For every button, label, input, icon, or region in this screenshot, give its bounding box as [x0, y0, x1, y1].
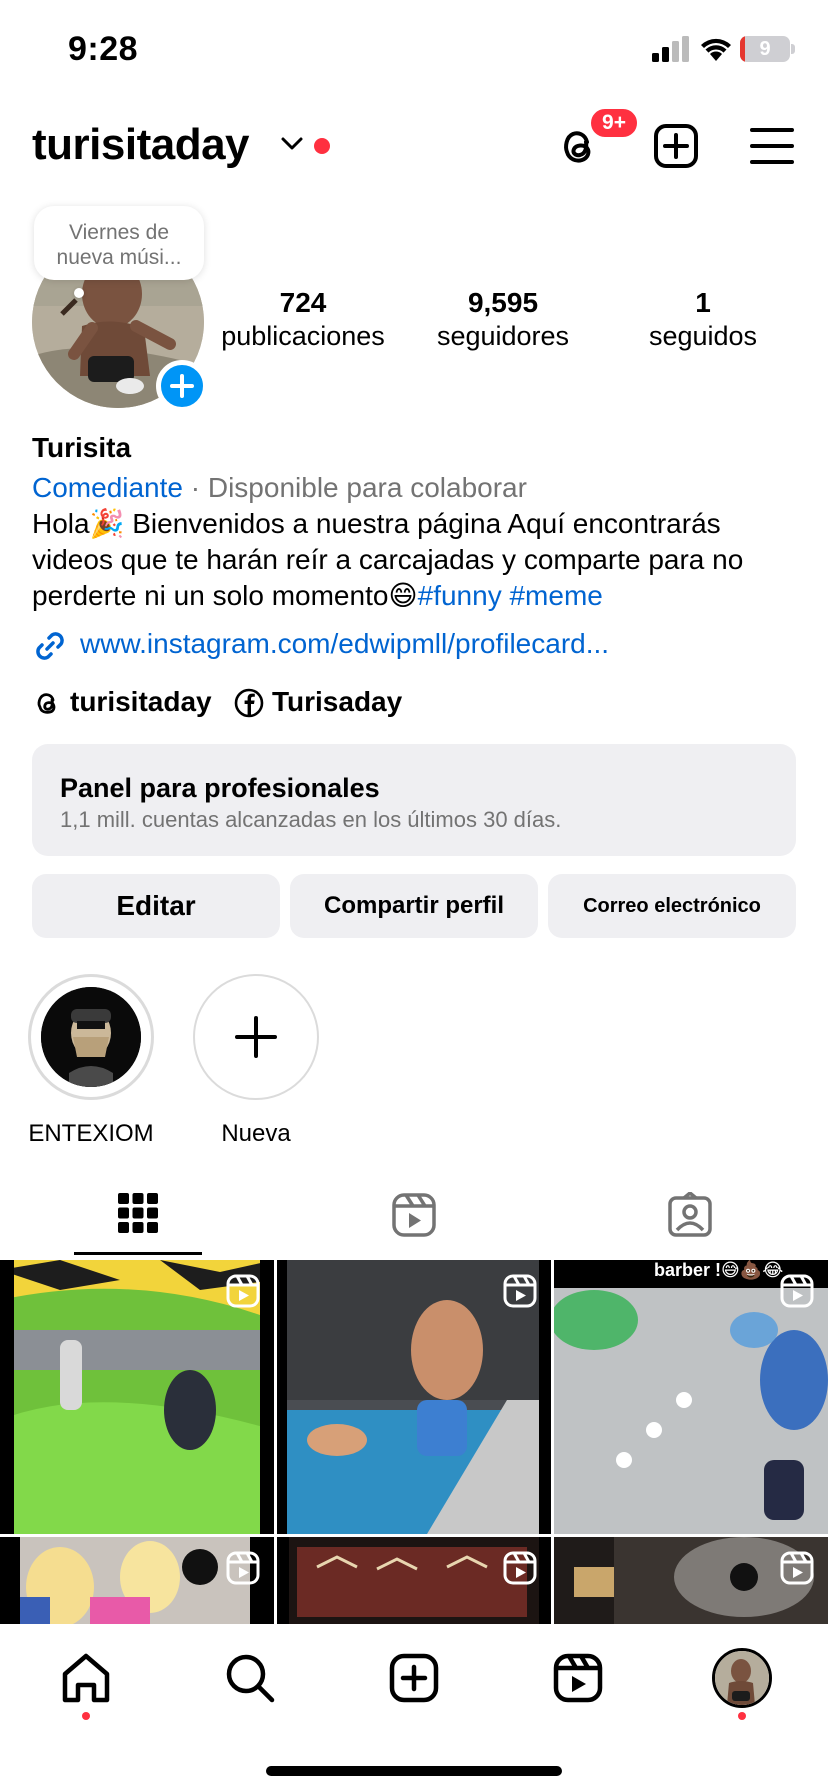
link-icon [36, 632, 64, 660]
grid-post-3[interactable]: barber !😅💩😂 [554, 1260, 828, 1534]
note-tail [74, 288, 84, 298]
highlight-cover [41, 987, 141, 1087]
highlight-ring [28, 974, 154, 1100]
highlight-label: ENTEXIOM [28, 1120, 154, 1147]
grid-icon [118, 1193, 158, 1233]
avatar-photo [715, 1651, 769, 1705]
followers-count[interactable]: 9,595 seguidores [408, 286, 598, 352]
home-icon[interactable] [56, 1648, 116, 1708]
bio-hashtags[interactable]: #funny #meme [418, 580, 603, 611]
following-label: seguidos [648, 321, 758, 351]
reel-indicator-icon [226, 1274, 260, 1308]
reels-icon[interactable] [548, 1648, 608, 1708]
grid-post-2[interactable] [277, 1260, 551, 1534]
reel-indicator-icon [503, 1551, 537, 1585]
cellular-signal-icon [652, 36, 689, 62]
threads-icon [37, 693, 56, 714]
note-text-line2: nueva músi... [56, 246, 182, 269]
profile-avatar[interactable] [712, 1648, 772, 1708]
plus-icon [170, 374, 194, 398]
active-tab-indicator [74, 1252, 202, 1255]
threads-notification-badge: 9+ [588, 106, 640, 140]
status-bar: 9:28 9 [0, 0, 828, 96]
reels-icon [392, 1193, 436, 1237]
dashboard-title: Panel para profesionales [60, 773, 380, 803]
professional-dashboard[interactable]: Panel para profesionales 1,1 mill. cuent… [32, 744, 796, 856]
email-button[interactable]: Correo electrónico [548, 874, 796, 938]
plus-icon [235, 1016, 277, 1058]
add-story-button[interactable] [156, 360, 208, 412]
profile-notification-dot [738, 1712, 746, 1720]
dashboard-subtitle: 1,1 mill. cuentas alcanzadas en los últi… [60, 807, 562, 832]
posts-count[interactable]: 724 publicaciones [208, 286, 398, 352]
highlight-new[interactable]: Nueva [189, 974, 323, 1148]
username-switcher[interactable]: turisitaday [32, 120, 250, 170]
status-time: 9:28 [68, 30, 139, 68]
home-indicator [266, 1766, 562, 1776]
reel-indicator-icon [226, 1551, 260, 1585]
reel-indicator-icon [780, 1274, 814, 1308]
edit-profile-button[interactable]: Editar [32, 874, 280, 938]
reel-indicator-icon [780, 1551, 814, 1585]
following-count[interactable]: 1 seguidos [608, 286, 798, 352]
battery-icon: 9 [740, 36, 790, 62]
menu-icon[interactable] [748, 122, 796, 170]
create-icon[interactable] [384, 1648, 444, 1708]
bio-link-text: www.instagram.com/edwipmll/profilecard..… [80, 628, 610, 659]
followers-label: seguidores [436, 321, 570, 351]
new-highlight-ring [193, 974, 319, 1100]
battery-percent: 9 [759, 38, 771, 60]
availability-label: · Disponible para colaborar [190, 472, 527, 503]
notification-dot [314, 138, 330, 154]
tab-reels[interactable] [276, 1180, 552, 1254]
reel-indicator-icon [503, 1274, 537, 1308]
note-text-line1: Viernes de [68, 221, 170, 244]
share-profile-button[interactable]: Compartir perfil [290, 874, 538, 938]
facebook-icon [234, 688, 264, 718]
home-notification-dot [82, 1712, 90, 1720]
category-label[interactable]: Comediante [32, 472, 183, 503]
facebook-name: Turisaday [272, 686, 403, 717]
tab-posts-grid[interactable] [0, 1180, 276, 1254]
battery-cap [791, 44, 795, 54]
posts-label: publicaciones [221, 321, 385, 351]
following-value: 1 [695, 287, 711, 318]
create-icon[interactable] [652, 122, 700, 170]
tagged-icon [668, 1192, 712, 1237]
post-caption-overlay: barber !😅💩😂 [654, 1260, 784, 1280]
tab-tagged[interactable] [552, 1180, 828, 1254]
bio-text: Hola🎉 Bienvenidos a nuestra página Aquí … [32, 506, 792, 614]
note-bubble[interactable]: Viernes de nueva músi... [34, 206, 204, 280]
highlight-label: Nueva [221, 1120, 291, 1147]
posts-value: 724 [279, 287, 327, 318]
display-name: Turisita [32, 432, 132, 463]
followers-value: 9,595 [467, 287, 539, 318]
bio-body: Hola🎉 Bienvenidos a nuestra página Aquí … [32, 508, 744, 611]
category-line: Comediante · Disponible para colaborar [32, 472, 527, 504]
grid-post-1[interactable] [0, 1260, 274, 1534]
search-icon[interactable] [220, 1648, 280, 1708]
highlight-entexiom[interactable]: ENTEXIOM [24, 974, 158, 1148]
masked-figure-icon [41, 987, 141, 1087]
wifi-icon [701, 38, 731, 61]
chevron-down-icon[interactable] [280, 136, 304, 152]
threads-handle: turisitaday [70, 686, 212, 717]
